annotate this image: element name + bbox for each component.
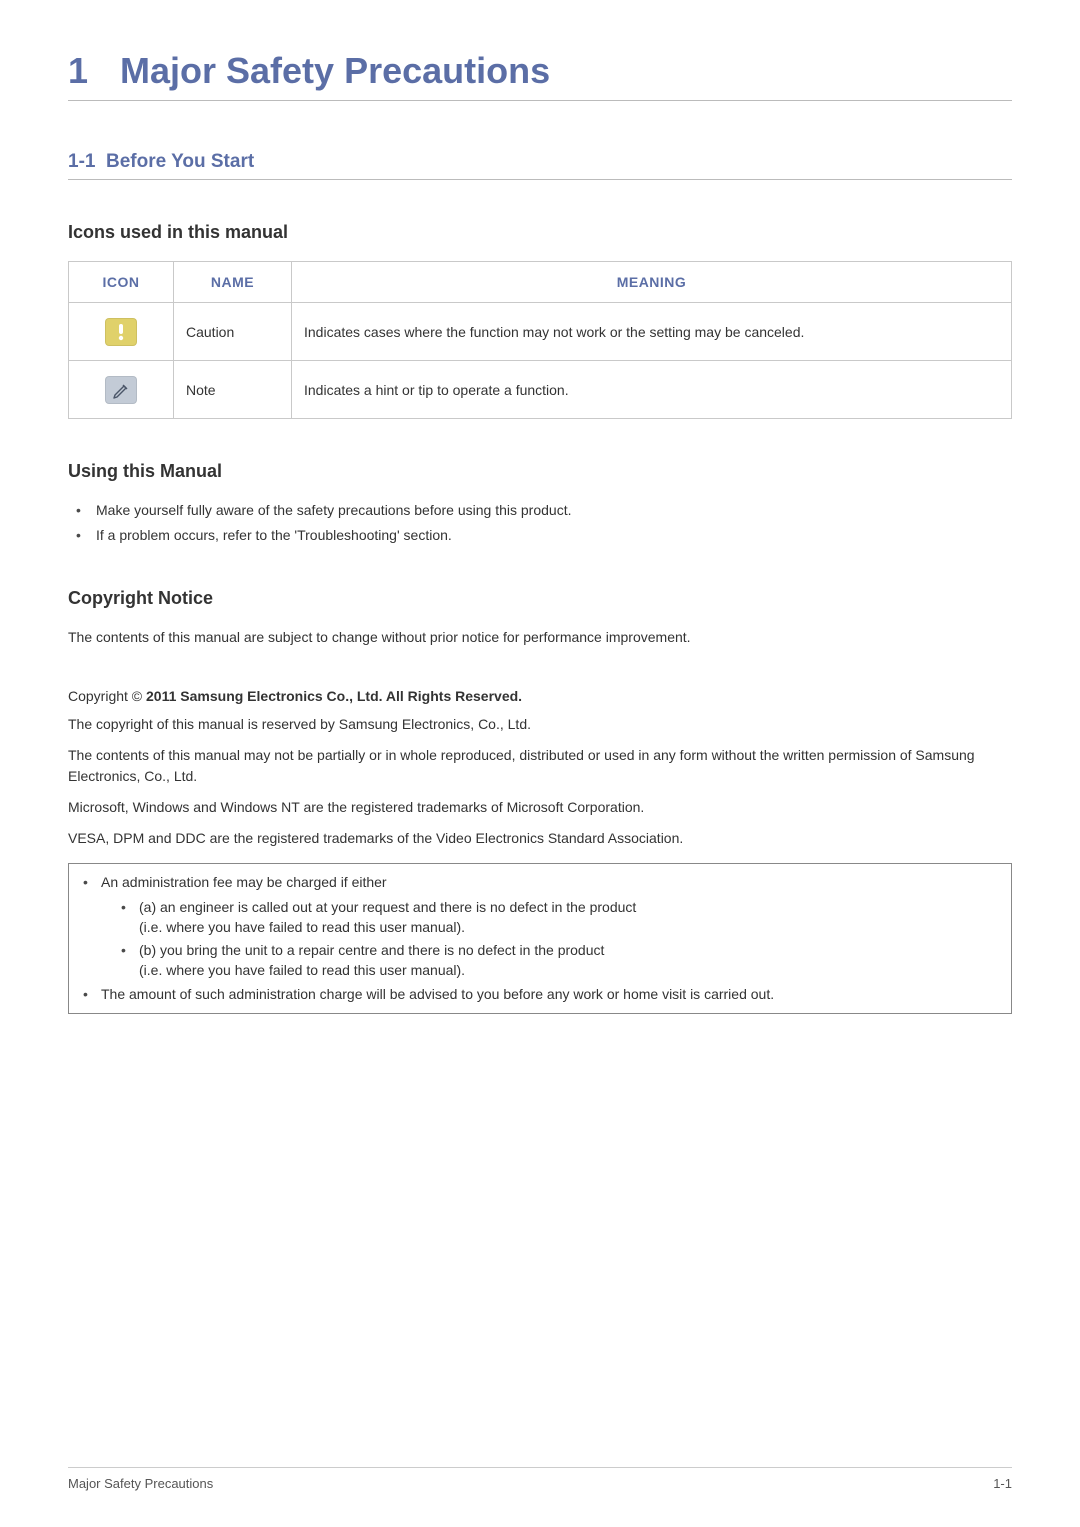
list-item: Make yourself fully aware of the safety … (76, 500, 1012, 521)
using-bullets: Make yourself fully aware of the safety … (76, 500, 1012, 546)
page-footer: Major Safety Precautions 1-1 (68, 1467, 1012, 1491)
cell-name: Note (174, 361, 292, 419)
table-row: Note Indicates a hint or tip to operate … (69, 361, 1012, 419)
note-icon (105, 376, 137, 404)
notice-item: The amount of such administration charge… (79, 984, 1007, 1005)
notice-sub-item: (a) an engineer is called out at your re… (119, 897, 1007, 938)
th-name: NAME (174, 262, 292, 303)
cell-name: Caution (174, 303, 292, 361)
notice-item: An administration fee may be charged if … (79, 872, 1007, 980)
notice-sub-item: (b) you bring the unit to a repair centr… (119, 940, 1007, 981)
notice-text: An administration fee may be charged if … (101, 874, 387, 890)
list-item: If a problem occurs, refer to the 'Troub… (76, 525, 1012, 546)
caution-icon (105, 318, 137, 346)
copyright-para: VESA, DPM and DDC are the registered tra… (68, 828, 1012, 849)
cell-meaning: Indicates cases where the function may n… (292, 303, 1012, 361)
copyright-para: Microsoft, Windows and Windows NT are th… (68, 797, 1012, 818)
copyright-para: The contents of this manual may not be p… (68, 745, 1012, 787)
copyright-sub-heading: Copyright Notice (68, 588, 1012, 609)
copyright-prefix: Copyright © (68, 688, 146, 704)
icons-table: ICON NAME MEANING Caution Indicates case… (68, 261, 1012, 419)
th-meaning: MEANING (292, 262, 1012, 303)
copyright-line: Copyright © 2011 Samsung Electronics Co.… (68, 688, 1012, 704)
th-icon: ICON (69, 262, 174, 303)
copyright-strong: 2011 Samsung Electronics Co., Ltd. All R… (146, 688, 522, 704)
footer-right: 1-1 (993, 1476, 1012, 1491)
chapter-title: Major Safety Precautions (120, 50, 550, 91)
cell-meaning: Indicates a hint or tip to operate a fun… (292, 361, 1012, 419)
table-row: Caution Indicates cases where the functi… (69, 303, 1012, 361)
copyright-intro: The contents of this manual are subject … (68, 627, 1012, 648)
section-heading: 1-1Before You Start (68, 151, 1012, 180)
document-page: 1Major Safety Precautions 1-1Before You … (0, 0, 1080, 1527)
notice-box: An administration fee may be charged if … (68, 863, 1012, 1014)
footer-left: Major Safety Precautions (68, 1476, 213, 1491)
copyright-para: The copyright of this manual is reserved… (68, 714, 1012, 735)
section-number: 1-1 (68, 151, 106, 173)
section-title: Before You Start (106, 151, 254, 172)
chapter-number: 1 (68, 50, 120, 92)
icons-sub-heading: Icons used in this manual (68, 222, 1012, 243)
using-sub-heading: Using this Manual (68, 461, 1012, 482)
chapter-heading: 1Major Safety Precautions (68, 50, 1012, 101)
